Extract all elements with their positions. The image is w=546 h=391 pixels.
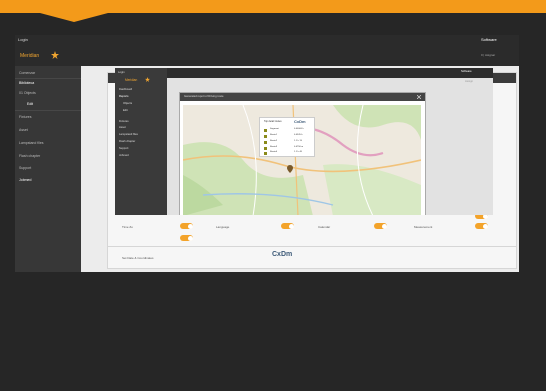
- inner-sidebar: Login Meridian Dashboard Reports Objects…: [115, 68, 167, 215]
- route-map[interactable]: Top detail routes CxDm Segment 0.00000 h…: [183, 105, 421, 215]
- outer-sidebar: Comenzar Biblioteca 01 Objects Edit Fixt…: [15, 66, 81, 272]
- legend-marker: [264, 135, 267, 138]
- outer-header: Login Meridian Software 0 | Asignar: [15, 35, 519, 66]
- logo-star-icon: [145, 77, 150, 82]
- inner-window-title: Login: [118, 71, 125, 74]
- inner-sidebar-dashboard[interactable]: Dashboard: [119, 88, 132, 91]
- inner-sidebar-reports[interactable]: Reports: [119, 95, 128, 98]
- sidebar-item-support[interactable]: Support: [19, 166, 31, 170]
- inner-header-right: Software: [461, 70, 472, 73]
- logo-star-icon: [51, 51, 59, 59]
- legend-marker: [264, 129, 267, 132]
- toggle-switch[interactable]: [180, 235, 193, 241]
- report-dialog-title: Generated report of Driving route: [184, 95, 224, 98]
- inner-sidebar-flash[interactable]: Flash chapter: [119, 140, 135, 143]
- top-accent-bar: [0, 0, 546, 13]
- legend-row-name: Route2: [270, 140, 278, 142]
- legend-row-value: 0.0756 m: [294, 146, 304, 148]
- sidebar-item-flash[interactable]: Flash chapter: [19, 154, 40, 158]
- inner-sidebar-lampstand[interactable]: Lampstand files: [119, 133, 138, 136]
- panel-divider: [108, 246, 516, 247]
- settings-label-measurement: Measurement: [414, 225, 433, 229]
- settings-label-calendar: Calendar: [318, 225, 331, 229]
- legend-row-name: Route3: [270, 146, 278, 148]
- legend-row-value: 0.00000 h: [294, 128, 304, 130]
- legend-marker: [264, 141, 267, 144]
- outer-header-user[interactable]: 0 | Asignar: [481, 53, 495, 57]
- toggle-switch[interactable]: [281, 223, 294, 229]
- app-screenshot: Login Meridian Software 0 | Asignar Come…: [15, 35, 519, 272]
- inner-screenshot: Login Meridian Dashboard Reports Objects…: [115, 68, 493, 215]
- legend-row-value: 1.1 h 40: [294, 151, 302, 153]
- legend-row-name: Segment: [270, 128, 279, 130]
- sidebar-item-comenzar[interactable]: Comenzar: [19, 71, 35, 75]
- sidebar-item-asset[interactable]: Asset: [19, 128, 28, 132]
- settings-label-language: Language: [216, 225, 230, 229]
- outer-window-title: Login: [18, 37, 28, 42]
- legend-row-name: Route4: [270, 151, 278, 153]
- legend-row-value: 0.0345 h: [294, 134, 303, 136]
- inner-sidebar-support[interactable]: Support: [119, 147, 128, 150]
- inner-sidebar-jobmed[interactable]: Jobmed: [119, 154, 129, 157]
- inner-logo: Meridian: [125, 78, 138, 82]
- sidebar-divider: [15, 78, 81, 79]
- inner-header: Software: [167, 68, 493, 78]
- toggle-switch[interactable]: [475, 223, 488, 229]
- sidebar-item-biblioteca[interactable]: Biblioteca: [19, 81, 34, 85]
- legend-row-value: 1.1 h 15: [294, 140, 302, 142]
- route-legend: Top detail routes CxDm Segment 0.00000 h…: [259, 117, 315, 157]
- sidebar-item-edit[interactable]: Edit: [27, 102, 33, 106]
- sidebar-item-fixtures[interactable]: Fixtures: [19, 115, 31, 119]
- report-dialog: Generated report of Driving route Top de…: [179, 92, 426, 215]
- footer-logo: CxDm: [272, 251, 293, 258]
- inner-content: Software Assign Generated report of Driv…: [167, 68, 493, 215]
- sidebar-item-objects[interactable]: 01 Objects: [19, 91, 36, 95]
- outer-header-right: Software: [481, 37, 497, 42]
- inner-sidebar-fixtures[interactable]: Fixtures: [119, 120, 129, 123]
- toggle-switch[interactable]: [374, 223, 387, 229]
- legend-logo: CxDm: [294, 119, 306, 124]
- inner-header-user[interactable]: Assign: [465, 80, 473, 83]
- settings-label-timezone: Time Zo: [122, 225, 133, 229]
- outer-logo: Meridian: [20, 53, 40, 59]
- footer-label: Set Date & Coordinates: [122, 256, 154, 260]
- inner-sidebar-asset[interactable]: Asset: [119, 126, 126, 129]
- inner-sidebar-objects[interactable]: Objects: [123, 102, 132, 105]
- toggle-switch[interactable]: [180, 223, 193, 229]
- map-pin-icon[interactable]: [287, 165, 293, 173]
- legend-marker: [264, 152, 267, 155]
- sidebar-item-lampstand[interactable]: Lampstand files: [19, 141, 44, 145]
- sidebar-item-jobmed[interactable]: Jobmed: [19, 178, 31, 182]
- legend-row-name: Route1: [270, 134, 278, 136]
- legend-title: Top detail routes: [264, 120, 282, 123]
- accent-notch: [40, 13, 108, 22]
- close-icon[interactable]: [417, 95, 421, 99]
- report-dialog-header: Generated report of Driving route: [180, 93, 425, 101]
- sidebar-divider: [15, 110, 81, 111]
- legend-marker: [264, 147, 267, 150]
- inner-sidebar-edit[interactable]: Edit: [123, 109, 128, 112]
